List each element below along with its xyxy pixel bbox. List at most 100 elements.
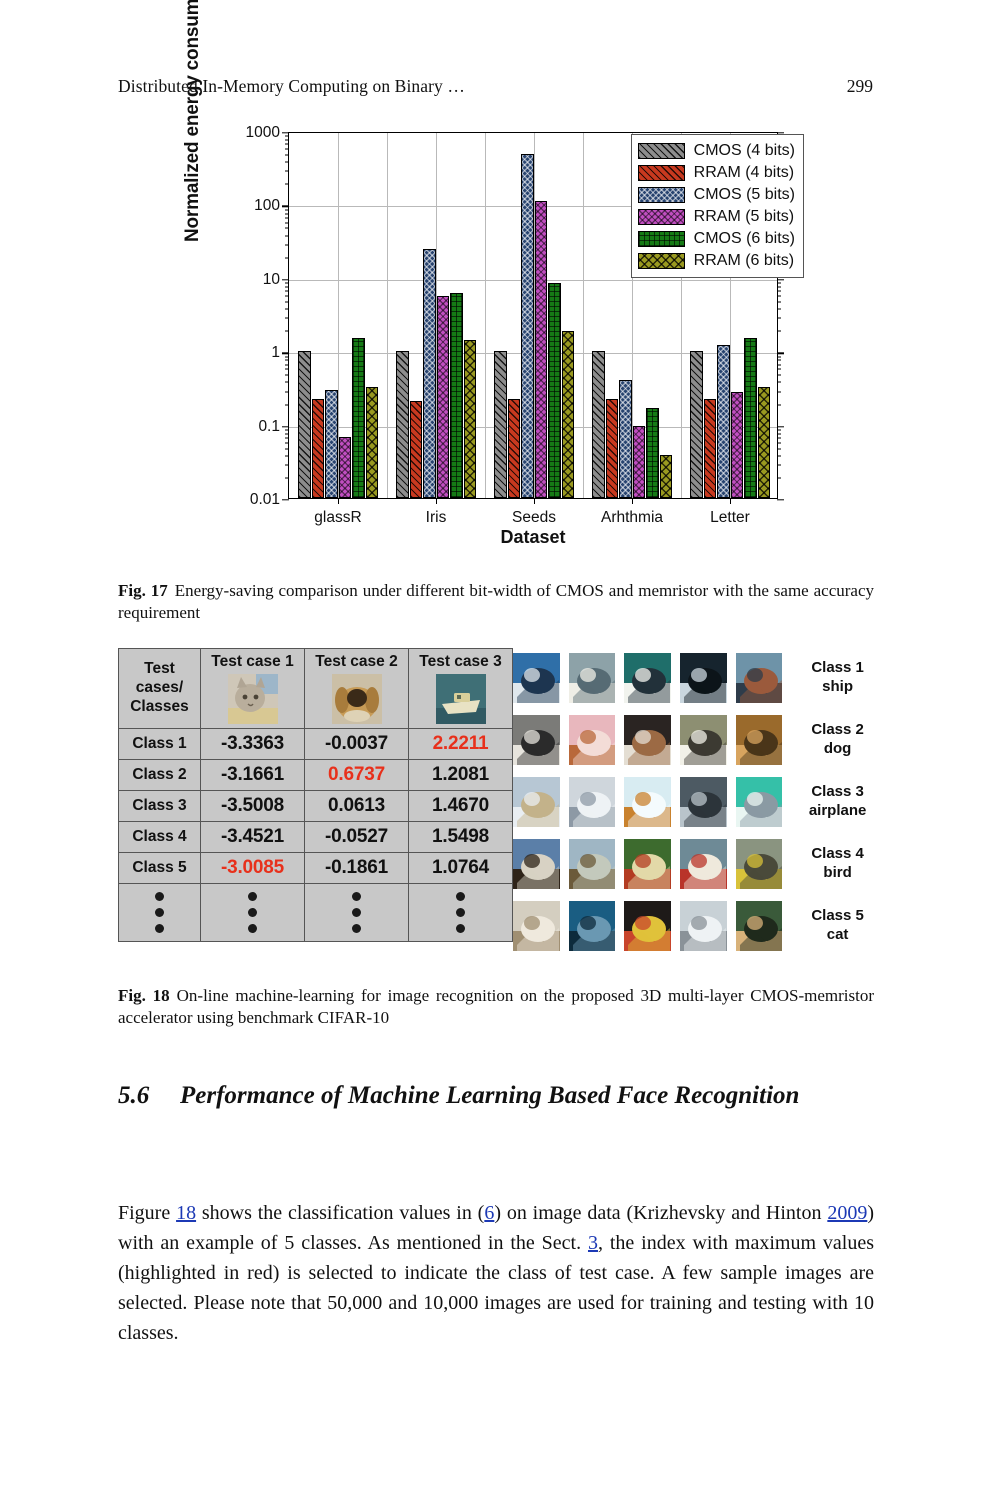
table-cell-value: 0.0613 <box>304 790 409 822</box>
chart-y-tick-mark <box>282 132 289 134</box>
table-cell-highlighted: 0.6737 <box>304 759 409 791</box>
class-number: Class 2 <box>811 721 864 739</box>
chart-x-tick-label-glassr: glassR <box>314 509 362 526</box>
document-page: Distributed In-Memory Computing on Binar… <box>0 0 989 1500</box>
chart-y-minor-tick <box>777 330 781 332</box>
chart-legend-item: CMOS (5 bits) <box>637 184 795 206</box>
class-name: ship <box>822 678 853 695</box>
sample-image-ship-2 <box>568 653 616 703</box>
chart-y-minor-tick <box>777 308 781 310</box>
figure-18-caption: Fig. 18 On-line machine-learning for imag… <box>118 985 874 1030</box>
chart-bar-arhthmia-rram-4-bits <box>605 399 618 498</box>
chart-legend-swatch <box>637 231 685 247</box>
class-number: Class 3 <box>811 783 864 801</box>
chart-y-minor-tick <box>285 437 289 439</box>
chart-bar-arhthmia-rram-6-bits <box>659 455 672 498</box>
table-row-label: Class 5 <box>118 852 201 884</box>
chart-bar-letter-rram-6-bits <box>757 386 770 498</box>
chart-bar-seeds-rram-5-bits <box>534 201 547 498</box>
chart-legend-swatch <box>637 165 685 181</box>
figure-17-caption: Fig. 17 Energy-saving comparison under di… <box>118 580 874 625</box>
col-header-label-1: Test case 1 <box>211 653 294 670</box>
table-cell-value: -0.1861 <box>304 852 409 884</box>
table-row: Class 5 -3.0085 -0.1861 1.0764 <box>118 852 513 884</box>
table-body: Class 1 -3.3363 -0.0037 2.2211 Class 2 -3.166… <box>118 728 513 942</box>
sample-image-ship-1 <box>513 653 560 703</box>
chart-y-minor-tick <box>285 290 289 292</box>
chart-y-tick-label: 0.1 <box>258 417 280 435</box>
chart-x-tick-mark <box>338 498 340 504</box>
link-figure-18[interactable]: 18 <box>176 1202 196 1224</box>
chart-y-tick-label: 100 <box>254 197 280 215</box>
chart-bar-letter-cmos-6-bits <box>744 338 757 498</box>
sample-image-bird-4 <box>679 839 727 889</box>
sample-image-cat-2 <box>568 901 616 951</box>
table-col-header-3: Test case 3 <box>408 648 513 729</box>
chart-y-minor-tick <box>777 295 781 297</box>
body-text-3: ) on image data (Krizhevsky and Hinton <box>494 1202 828 1224</box>
vertical-ellipsis-icon <box>304 883 409 942</box>
chart-y-minor-tick <box>285 161 289 163</box>
chart-y-minor-tick <box>777 437 781 439</box>
chart-bar-arhthmia-cmos-6-bits <box>646 407 659 498</box>
chart-y-minor-tick <box>777 442 781 444</box>
table-row: Class 2 -3.1661 0.6737 1.2081 <box>118 759 513 791</box>
chart-y-minor-tick <box>285 148 289 150</box>
chart-y-minor-tick <box>285 217 289 219</box>
chart-y-tick-mark <box>777 279 784 281</box>
chart-bar-iris-rram-4-bits <box>409 400 422 498</box>
table-cell-value: -0.0037 <box>304 728 409 760</box>
body-text-1: Figure <box>118 1202 177 1224</box>
table-corner-header: Test cases/ Classes <box>118 648 201 729</box>
class-sample-row-dog: Class 2 dog <box>513 710 874 770</box>
class-legend-label: Class 2 dog <box>801 721 874 759</box>
sample-image-dog-3 <box>624 715 671 765</box>
section-number: 5.6 <box>118 1082 150 1109</box>
chart-y-tick-label: 1 <box>271 344 280 362</box>
chart-y-minor-tick <box>777 282 781 284</box>
col-header-label-3: Test case 3 <box>419 653 502 670</box>
chart-bar-seeds-rram-4-bits <box>507 399 520 498</box>
chart-y-tick-mark <box>777 352 784 354</box>
table-corner-line1: Test <box>144 660 175 678</box>
table-cell-value: -3.5008 <box>200 790 305 822</box>
chart-y-minor-tick <box>777 455 781 457</box>
class-name: bird <box>823 864 852 881</box>
chart-x-tick-label-letter: Letter <box>710 509 750 526</box>
link-section-3[interactable]: 3 <box>588 1232 598 1254</box>
test-case-2-thumbnail-dog <box>331 674 382 724</box>
class-legend-label: Class 3 airplane <box>801 783 874 821</box>
vertical-ellipsis-icon <box>118 883 201 942</box>
chart-bar-letter-rram-5-bits <box>730 391 743 498</box>
body-text-2: shows the classification values in ( <box>196 1202 485 1224</box>
class-name: cat <box>826 926 849 943</box>
chart-x-tick-label-iris: Iris <box>425 509 447 526</box>
chart-y-minor-tick <box>777 404 781 405</box>
class-sample-row-airplane: Class 3 airplane <box>513 772 874 832</box>
table-cell-value: -0.0527 <box>304 821 409 853</box>
sample-image-ship-3 <box>624 653 671 703</box>
table-row: Class 1 -3.3363 -0.0037 2.2211 <box>118 728 513 760</box>
chart-bar-letter-cmos-4-bits <box>690 351 703 498</box>
table-cell-highlighted: 2.2211 <box>408 728 513 760</box>
chart-y-minor-tick <box>285 356 289 358</box>
table-cell-value: 1.5498 <box>408 821 513 853</box>
chart-bar-letter-cmos-5-bits <box>717 345 730 498</box>
chart-legend-label: CMOS (4 bits) <box>693 142 795 159</box>
chart-y-minor-tick <box>285 135 289 137</box>
chart-bar-glassr-cmos-4-bits <box>298 351 311 498</box>
chart-y-minor-tick <box>285 455 289 457</box>
chart-bar-arhthmia-rram-5-bits <box>632 426 645 498</box>
body-paragraph: Figure 18 shows the classification value… <box>118 1198 874 1348</box>
chart-y-minor-tick <box>285 282 289 284</box>
chart-bar-glassr-rram-6-bits <box>365 386 378 498</box>
link-citation-2009[interactable]: 2009 <box>827 1202 867 1224</box>
sample-image-bird-5 <box>735 839 783 889</box>
link-equation-6[interactable]: 6 <box>484 1202 494 1224</box>
chart-y-minor-tick <box>285 381 289 383</box>
sample-image-airplane-1 <box>513 777 560 827</box>
chart-bar-seeds-cmos-6-bits <box>548 282 561 498</box>
chart-y-tick-mark <box>282 279 289 281</box>
table-cell-value: -3.3363 <box>200 728 305 760</box>
sample-image-airplane-5 <box>735 777 783 827</box>
